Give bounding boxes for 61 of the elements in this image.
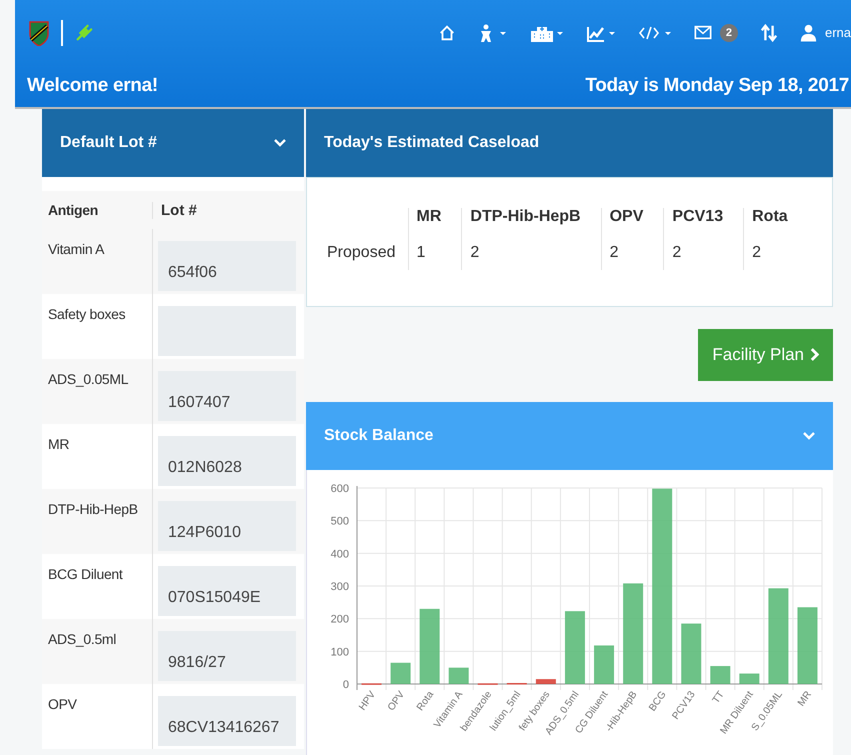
antigen-name: ADS_0.05ML bbox=[47, 370, 130, 389]
user-icon[interactable] bbox=[800, 24, 817, 42]
y-tick-label: 500 bbox=[330, 516, 349, 528]
panel-title: Stock Balance bbox=[324, 427, 434, 445]
antigen-name: MR bbox=[47, 435, 70, 454]
x-tick-label: MR bbox=[796, 689, 814, 708]
panel-title: Today's Estimated Caseload bbox=[324, 134, 540, 152]
column-header: Antigen bbox=[47, 202, 100, 218]
y-tick-label: 400 bbox=[330, 548, 349, 560]
antigen-name: Safety boxes bbox=[47, 305, 126, 324]
lot-input-field[interactable]: 68CV13416267 bbox=[158, 696, 296, 746]
antigen-name: Vitamin A bbox=[47, 240, 106, 259]
table-cell: 2 bbox=[462, 240, 602, 270]
chevron-icon[interactable] bbox=[274, 139, 286, 147]
table-cell: 2 bbox=[664, 240, 744, 270]
welcome-text: Welcome erna! bbox=[27, 75, 158, 97]
column-header: MR bbox=[408, 208, 462, 240]
lot-input-field[interactable]: 654f06 bbox=[158, 241, 296, 291]
column-header: Rota bbox=[744, 208, 808, 240]
lot-input-field[interactable]: 070S15049E bbox=[158, 566, 296, 616]
stock-bar bbox=[536, 679, 556, 684]
stock-bar bbox=[594, 645, 614, 684]
date-text: Today is Monday Sep 18, 2017 bbox=[585, 75, 849, 97]
table-cell: 1 bbox=[408, 240, 462, 270]
column-header: OPV bbox=[601, 208, 664, 240]
column-header: Lot # bbox=[152, 202, 304, 218]
table-cell: 2 bbox=[744, 240, 808, 270]
chevron-icon[interactable] bbox=[803, 432, 815, 440]
stock-bar bbox=[448, 668, 469, 684]
lot-input-field[interactable]: 9816/27 bbox=[158, 631, 296, 681]
sort-arrows-icon[interactable] bbox=[760, 22, 778, 42]
home-icon[interactable] bbox=[438, 24, 456, 42]
x-tick-label: TT bbox=[710, 689, 727, 706]
lot-input-field[interactable]: 012N6028 bbox=[158, 436, 296, 486]
column-header: PCV13 bbox=[664, 208, 744, 240]
y-tick-label: 600 bbox=[330, 483, 349, 495]
y-tick-label: 0 bbox=[342, 679, 349, 691]
antigen-name: ADS_0.5ml bbox=[47, 630, 118, 649]
chevron-right-icon bbox=[810, 348, 819, 361]
stock-bar bbox=[710, 666, 730, 684]
panel-header[interactable]: Default Lot # bbox=[42, 109, 304, 177]
antigen-name: DTP-Hib-HepB bbox=[47, 500, 139, 519]
user-name[interactable]: erna bbox=[824, 25, 851, 40]
y-tick-label: 300 bbox=[330, 581, 349, 593]
shield-logo-icon[interactable] bbox=[29, 20, 49, 46]
lot-input-field[interactable]: 124P6010 bbox=[158, 501, 296, 551]
column-header: DTP-Hib-HepB bbox=[462, 208, 602, 240]
stock-bar bbox=[739, 674, 760, 684]
panel-title: Default Lot # bbox=[60, 134, 157, 152]
message-count-badge: 2 bbox=[720, 24, 738, 42]
antigen-name: OPV bbox=[47, 695, 78, 714]
antigen-name: BCG Diluent bbox=[47, 565, 124, 584]
stock-bar bbox=[681, 624, 702, 684]
row-label: Proposed bbox=[321, 240, 408, 270]
plug-icon[interactable] bbox=[75, 24, 93, 42]
y-tick-label: 100 bbox=[330, 646, 349, 658]
mail-icon[interactable] bbox=[694, 25, 712, 40]
table-cell: 2 bbox=[601, 240, 664, 270]
y-tick-label: 200 bbox=[330, 614, 349, 626]
lot-input-field[interactable]: 1607407 bbox=[158, 371, 296, 421]
stock-bar bbox=[390, 662, 411, 684]
